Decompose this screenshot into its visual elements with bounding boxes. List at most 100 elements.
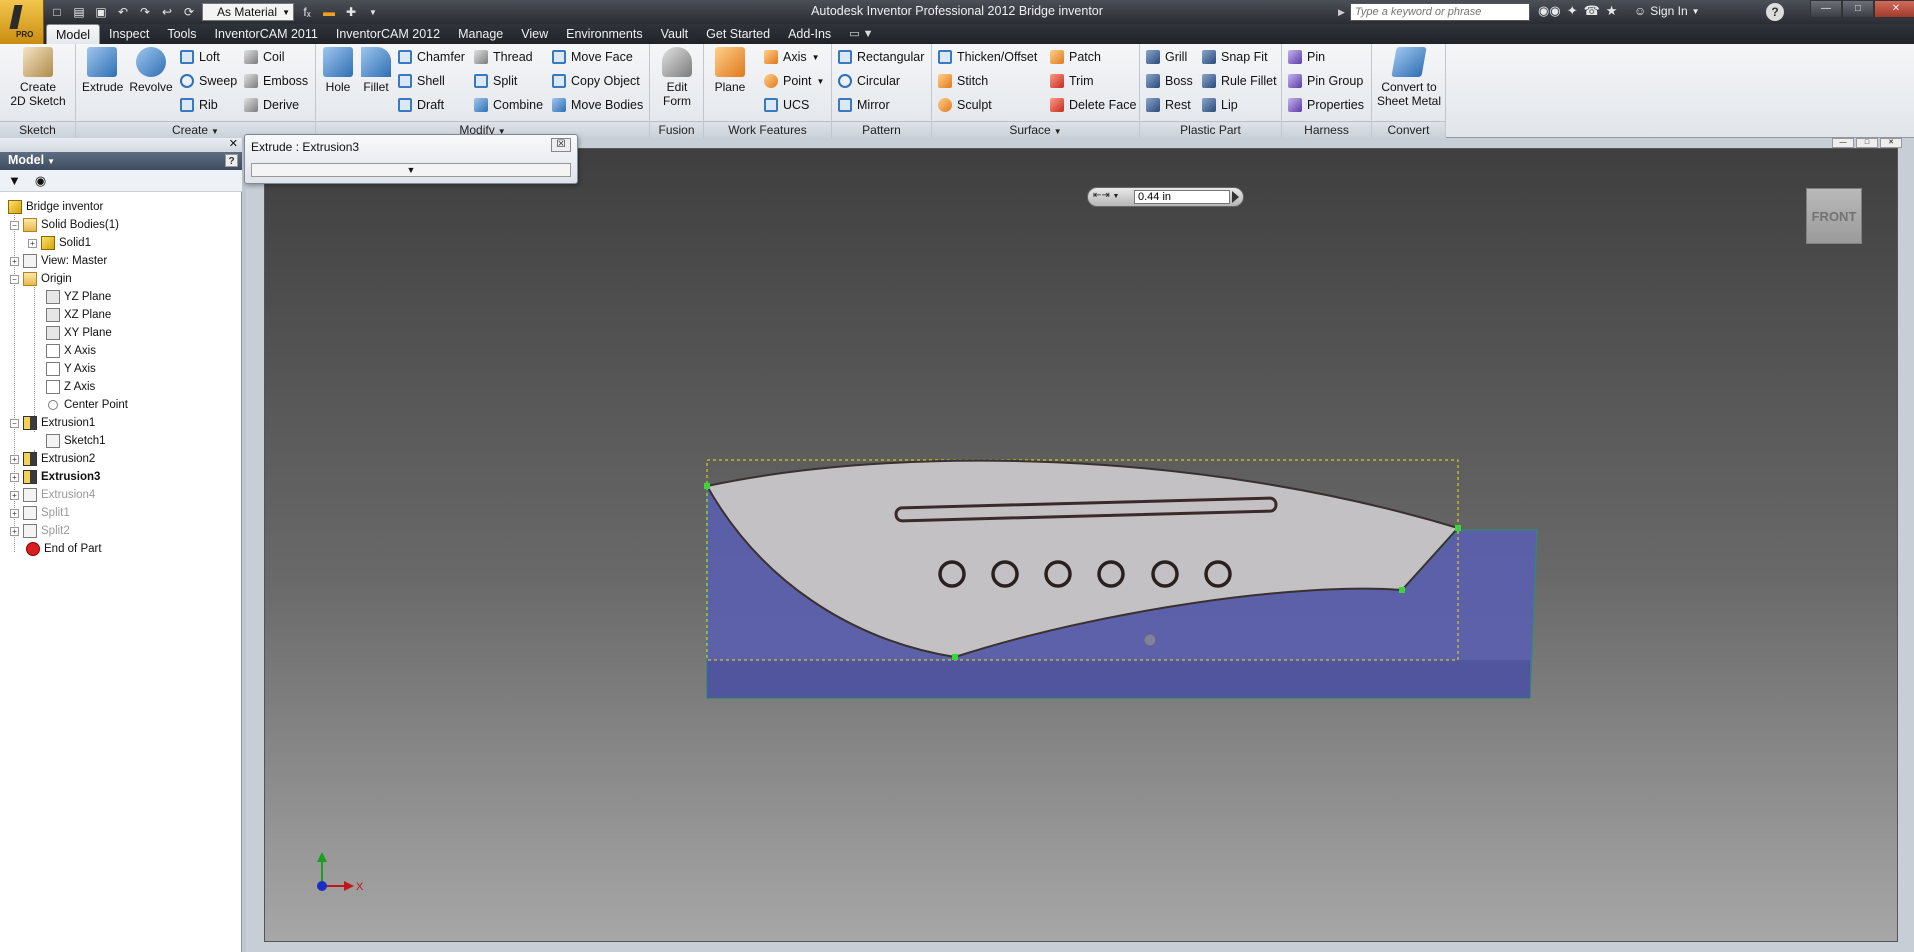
panel-label-surface[interactable]: Surface ▼: [932, 121, 1139, 138]
expand-icon[interactable]: +: [10, 490, 19, 500]
point-button[interactable]: Point ▼: [764, 71, 824, 91]
tab-inspect[interactable]: Inspect: [100, 24, 158, 44]
new-file-icon[interactable]: □: [48, 3, 66, 21]
parameters-icon[interactable]: fₓ: [298, 3, 316, 21]
close-icon[interactable]: ✕: [229, 137, 238, 150]
find-icon[interactable]: ◉: [35, 173, 46, 188]
dialog-expand-button[interactable]: ▼: [251, 163, 571, 177]
browser-grip[interactable]: ✕: [0, 138, 242, 152]
close-button[interactable]: ✕: [1874, 0, 1914, 18]
tab-tools[interactable]: Tools: [158, 24, 205, 44]
coil-button[interactable]: Coil: [244, 47, 285, 67]
update-icon[interactable]: ⟳: [180, 3, 198, 21]
tree-node-xy-plane[interactable]: XY Plane: [46, 324, 112, 342]
tree-node-y-axis[interactable]: Y Axis: [46, 360, 96, 378]
sculpt-button[interactable]: Sculpt: [938, 95, 992, 115]
doc-minimize-button[interactable]: —: [1832, 138, 1854, 148]
browser-header[interactable]: Model ▼ ?: [0, 152, 242, 170]
plane-button[interactable]: Plane: [710, 47, 750, 94]
properties-button[interactable]: Properties: [1288, 95, 1364, 115]
open-file-icon[interactable]: ▤: [70, 3, 88, 21]
tree-node-x-axis[interactable]: X Axis: [46, 342, 96, 360]
delete-face-button[interactable]: Delete Face: [1050, 95, 1136, 115]
browser-help-button[interactable]: ?: [225, 154, 238, 167]
expand-icon[interactable]: +: [10, 508, 19, 518]
help-search-input[interactable]: [1350, 3, 1530, 21]
patch-button[interactable]: Patch: [1050, 47, 1101, 67]
communication-icon[interactable]: ☎: [1584, 3, 1600, 19]
mirror-button[interactable]: Mirror: [838, 95, 890, 115]
hole-button[interactable]: Hole: [320, 47, 356, 94]
expand-icon[interactable]: +: [10, 256, 19, 266]
fillet-button[interactable]: Fillet: [358, 47, 394, 94]
minimize-button[interactable]: —: [1810, 0, 1842, 18]
tree-node-end-of-part[interactable]: End of Part: [26, 540, 102, 558]
binoculars-icon[interactable]: ◉◉: [1538, 3, 1561, 19]
thread-button[interactable]: Thread: [474, 47, 533, 67]
tab-inventorcam-2011[interactable]: InventorCAM 2011: [206, 24, 327, 44]
tab-model[interactable]: Model: [46, 24, 101, 44]
doc-close-button[interactable]: ✕: [1880, 138, 1902, 148]
chamfer-button[interactable]: Chamfer: [398, 47, 465, 67]
create-2d-sketch-button[interactable]: Create 2D Sketch: [6, 47, 70, 108]
save-icon[interactable]: ▣: [92, 3, 110, 21]
circular-pattern-button[interactable]: Circular: [838, 71, 900, 91]
redo-icon[interactable]: ↷: [136, 3, 154, 21]
expand-icon[interactable]: +: [10, 526, 19, 536]
rib-button[interactable]: Rib: [180, 95, 218, 115]
apply-arrow-icon[interactable]: [1232, 191, 1239, 203]
measure-icon[interactable]: ✚: [342, 3, 360, 21]
boss-button[interactable]: Boss: [1146, 71, 1193, 91]
search-collapse-icon[interactable]: ▶: [1338, 3, 1350, 21]
stitch-button[interactable]: Stitch: [938, 71, 988, 91]
tab-view[interactable]: View: [512, 24, 557, 44]
tree-node-split2[interactable]: + Split2: [10, 522, 70, 540]
move-bodies-button[interactable]: Move Bodies: [552, 95, 643, 115]
tab-get-started[interactable]: Get Started: [697, 24, 779, 44]
view-cube[interactable]: FRONT: [1806, 188, 1862, 244]
collapse-icon[interactable]: −: [10, 418, 19, 428]
favorites-icon[interactable]: ★: [1606, 3, 1618, 19]
expand-icon[interactable]: +: [10, 454, 19, 464]
axis-button[interactable]: Axis ▼: [764, 47, 820, 67]
sweep-button[interactable]: Sweep: [180, 71, 237, 91]
rest-button[interactable]: Rest: [1146, 95, 1191, 115]
draft-button[interactable]: Draft: [398, 95, 444, 115]
grill-button[interactable]: Grill: [1146, 47, 1187, 67]
copy-object-button[interactable]: Copy Object: [552, 71, 640, 91]
combine-button[interactable]: Combine: [474, 95, 543, 115]
move-face-button[interactable]: Move Face: [552, 47, 633, 67]
collapse-icon[interactable]: −: [10, 274, 19, 284]
tree-node-bridge-inventor[interactable]: Bridge inventor: [8, 198, 103, 216]
help-button[interactable]: ?: [1766, 3, 1784, 21]
thicken-offset-button[interactable]: Thicken/Offset: [938, 47, 1037, 67]
split-button[interactable]: Split: [474, 71, 517, 91]
rectangular-pattern-button[interactable]: Rectangular: [838, 47, 924, 67]
dialog-close-button[interactable]: ☒: [551, 138, 571, 152]
revolve-button[interactable]: Revolve: [128, 47, 174, 94]
undo-icon[interactable]: ↶: [114, 3, 132, 21]
tree-node-extrusion3[interactable]: + Extrusion3: [10, 468, 100, 486]
tree-node-extrusion2[interactable]: + Extrusion2: [10, 450, 95, 468]
edit-form-button[interactable]: Edit Form: [656, 47, 698, 108]
tab-manage[interactable]: Manage: [449, 24, 512, 44]
tab-vault[interactable]: Vault: [652, 24, 698, 44]
trim-button[interactable]: Trim: [1050, 71, 1094, 91]
maximize-button[interactable]: □: [1842, 0, 1874, 18]
expand-icon[interactable]: +: [10, 472, 19, 482]
tree-node-yz-plane[interactable]: YZ Plane: [46, 288, 111, 306]
tree-node-center-point[interactable]: Center Point: [46, 396, 128, 414]
tree-node-solid1[interactable]: + Solid1: [28, 234, 91, 252]
return-icon[interactable]: ↩: [158, 3, 176, 21]
tree-node-extrusion1[interactable]: − Extrusion1: [10, 414, 95, 432]
tree-node-solid-bodies[interactable]: − Solid Bodies(1): [10, 216, 119, 234]
ucs-button[interactable]: UCS: [764, 95, 809, 115]
tab-inventorcam-2012[interactable]: InventorCAM 2012: [327, 24, 449, 44]
filter-icon[interactable]: ▼: [8, 173, 21, 188]
subscription-icon[interactable]: ✦: [1567, 3, 1578, 19]
graphics-viewport[interactable]: [264, 148, 1898, 942]
extrude-button[interactable]: Extrude: [82, 47, 123, 94]
derive-button[interactable]: Derive: [244, 95, 299, 115]
qat-customize-icon[interactable]: ▼: [364, 3, 382, 21]
pin-group-button[interactable]: Pin Group: [1288, 71, 1363, 91]
